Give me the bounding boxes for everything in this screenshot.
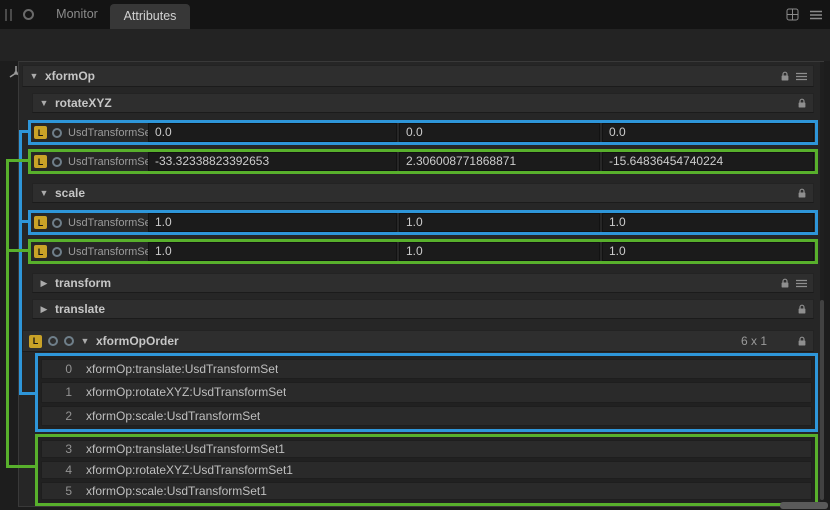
expand-triangle-icon[interactable]: ▶ [39,278,49,289]
menu-icon[interactable] [810,10,822,20]
value-x-field[interactable]: 0.0 [148,123,397,142]
layer-badge-icon: L [34,216,47,229]
value-x-field[interactable]: 1.0 [148,213,397,232]
section-label: rotateXYZ [55,96,112,110]
section-label: xformOpOrder [96,334,179,348]
horizontal-scrollbar-thumb[interactable] [780,502,828,509]
row-label: UsdTransformSet [68,127,148,139]
value-y-field[interactable]: 1.0 [399,213,600,232]
value-y-field[interactable]: 2.306008771868871 [399,152,600,171]
state-icon[interactable] [64,336,74,346]
lock-icon[interactable] [797,98,807,109]
item-index: 2 [42,409,72,423]
layout-grid-icon[interactable] [786,8,799,21]
section-label: xformOp [45,69,95,83]
value-y-field[interactable]: 1.0 [399,242,600,261]
lock-icon[interactable] [797,304,807,315]
item-value: xformOp:translate:UsdTransformSet1 [86,442,285,456]
lock-icon[interactable] [797,188,807,199]
annotation-green-line [6,249,28,252]
item-index: 5 [42,484,72,498]
item-index: 4 [42,463,72,477]
xformoporder-item[interactable]: 1 xformOp:rotateXYZ:UsdTransformSet [41,382,812,402]
xformoporder-item[interactable]: 2 xformOp:scale:UsdTransformSet [41,406,812,426]
value-source-icon[interactable] [52,218,62,228]
collapse-triangle-icon[interactable]: ▼ [39,98,49,108]
row-label: UsdTransformSet [68,217,148,229]
item-index: 1 [42,385,72,399]
path-bar: /Robot/MainControl/BodyShell/HeadNew ▼ [0,29,830,61]
xformoporder-item[interactable]: 3 xformOp:translate:UsdTransformSet1 [41,440,812,458]
layer-badge-icon: L [34,155,47,168]
window-drag-handle-icon[interactable] [5,9,12,21]
tab-monitor[interactable]: Monitor [44,0,110,29]
layer-badge-icon: L [29,335,42,348]
section-header-xformoporder[interactable]: L ▼ xformOpOrder 6 x 1 [22,330,814,352]
value-x-field[interactable]: -33.32338823392653 [148,152,397,171]
section-menu-icon[interactable] [796,72,807,81]
value-z-field[interactable]: -15.64836454740224 [602,152,814,171]
value-source-icon[interactable] [52,247,62,257]
lock-icon[interactable] [780,278,790,289]
row-label: UsdTransformSet1 [68,246,148,258]
section-header-transform[interactable]: ▶ transform [32,273,814,293]
item-index: 0 [42,362,72,376]
collapse-triangle-icon[interactable]: ▼ [80,336,90,346]
annotation-blue-line [19,392,35,395]
item-value: xformOp:translate:UsdTransformSet [86,362,278,376]
xformoporder-item[interactable]: 4 xformOp:rotateXYZ:UsdTransformSet1 [41,461,812,479]
layer-badge-icon: L [34,126,47,139]
collapse-triangle-icon[interactable]: ▼ [29,71,39,81]
annotation-blue-line [19,220,28,223]
attr-row-scale-usdtransformset1: L UsdTransformSet1 1.0 1.0 1.0 [28,239,818,264]
value-z-field[interactable]: 1.0 [602,242,814,261]
value-source-icon[interactable] [52,128,62,138]
annotation-green-rect: 3 xformOp:translate:UsdTransformSet1 4 x… [35,434,818,506]
annotation-blue-rect: 0 xformOp:translate:UsdTransformSet 1 xf… [35,353,818,432]
layer-badge-icon: L [34,245,47,258]
item-value: xformOp:scale:UsdTransformSet1 [86,484,267,498]
annotation-green-line [6,159,9,468]
value-x-field[interactable]: 1.0 [148,242,397,261]
attr-row-scale-usdtransformset: L UsdTransformSet 1.0 1.0 1.0 [28,210,818,235]
xformoporder-item[interactable]: 0 xformOp:translate:UsdTransformSet [41,359,812,379]
section-label: translate [55,302,105,316]
item-value: xformOp:rotateXYZ:UsdTransformSet1 [86,463,293,477]
annotation-green-line [6,159,28,162]
attr-row-rotate-usdtransformset: L UsdTransformSet 0.0 0.0 0.0 [28,120,818,145]
annotation-blue-line [19,130,22,395]
section-header-translate[interactable]: ▶ translate [32,299,814,319]
value-source-icon[interactable] [52,157,62,167]
lock-icon[interactable] [780,71,790,82]
annotation-blue-line [19,130,28,133]
item-value: xformOp:rotateXYZ:UsdTransformSet [86,385,286,399]
section-header-scale[interactable]: ▼ scale [32,183,814,203]
section-menu-icon[interactable] [796,279,807,288]
section-label: scale [55,186,85,200]
array-size-label: 6 x 1 [741,334,767,348]
section-label: transform [55,276,111,290]
vertical-scrollbar-thumb[interactable] [820,300,824,500]
attributes-window: Monitor Attributes /Robot/MainControl/Bo… [0,0,830,510]
state-icon[interactable] [48,336,58,346]
item-value: xformOp:scale:UsdTransformSet [86,409,260,423]
circle-icon[interactable] [23,9,34,20]
value-y-field[interactable]: 0.0 [399,123,600,142]
annotation-green-line [6,465,35,468]
expand-triangle-icon[interactable]: ▶ [39,304,49,315]
tab-bar: Monitor Attributes [0,0,830,29]
row-label: UsdTransformSet1 [68,156,148,168]
xformoporder-item[interactable]: 5 xformOp:scale:UsdTransformSet1 [41,482,812,500]
item-index: 3 [42,442,72,456]
value-z-field[interactable]: 1.0 [602,213,814,232]
collapse-triangle-icon[interactable]: ▼ [39,188,49,198]
tab-attributes[interactable]: Attributes [110,4,190,29]
section-header-xformop[interactable]: ▼ xformOp [22,65,814,87]
value-z-field[interactable]: 0.0 [602,123,814,142]
attr-row-rotate-usdtransformset1: L UsdTransformSet1 -33.32338823392653 2.… [28,149,818,174]
section-header-rotatexyz[interactable]: ▼ rotateXYZ [32,93,814,113]
lock-icon[interactable] [797,336,807,347]
